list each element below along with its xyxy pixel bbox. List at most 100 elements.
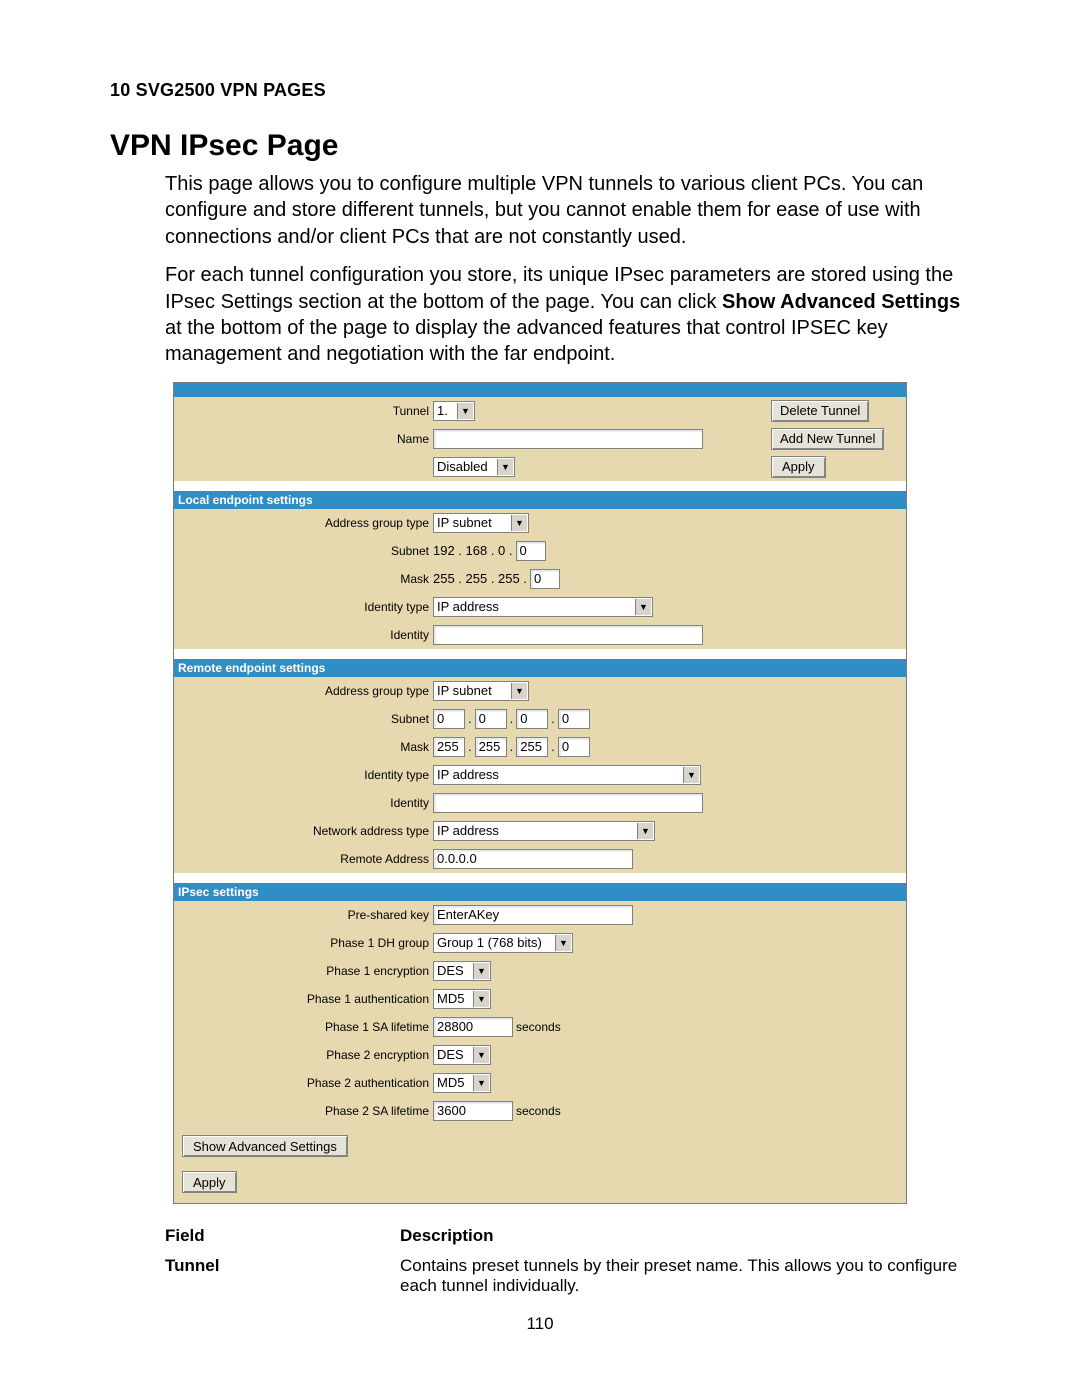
config-screenshot: Tunnel 1. ▼ Delete Tunnel Name bbox=[173, 382, 907, 1204]
add-new-tunnel-button[interactable]: Add New Tunnel bbox=[771, 428, 884, 450]
remote-address-input[interactable]: 0.0.0.0 bbox=[433, 849, 633, 869]
tunnel-select[interactable]: 1. ▼ bbox=[433, 401, 475, 421]
paragraph-2: For each tunnel configuration you store,… bbox=[110, 262, 970, 368]
remote-id-type-value: IP address bbox=[437, 767, 499, 782]
remote-net-addr-type-label: Network address type bbox=[174, 824, 433, 838]
p1-enc-label: Phase 1 encryption bbox=[174, 964, 433, 978]
p1-auth-label: Phase 1 authentication bbox=[174, 992, 433, 1006]
p1-enc-value: DES bbox=[437, 963, 464, 978]
chevron-down-icon: ▼ bbox=[511, 515, 527, 531]
p2-life-input[interactable]: 3600 bbox=[433, 1101, 513, 1121]
remote-subnet-o3[interactable]: 0 bbox=[516, 709, 548, 729]
section-header: 10 SVG2500 VPN PAGES bbox=[110, 80, 970, 101]
apply-button-bottom[interactable]: Apply bbox=[182, 1171, 237, 1193]
remote-mask-o1[interactable]: 255 bbox=[433, 737, 465, 757]
local-addr-group-value: IP subnet bbox=[437, 515, 492, 530]
remote-id-type-label: Identity type bbox=[174, 768, 433, 782]
p2-auth-label: Phase 2 authentication bbox=[174, 1076, 433, 1090]
local-subnet-prefix: 192 . 168 . 0 . bbox=[433, 543, 513, 558]
remote-subnet-label: Subnet bbox=[174, 712, 433, 726]
chevron-down-icon: ▼ bbox=[683, 767, 699, 783]
enable-select-value: Disabled bbox=[437, 459, 488, 474]
apply-button-top[interactable]: Apply bbox=[771, 456, 826, 478]
desc-header-field: Field bbox=[165, 1226, 205, 1245]
remote-subnet-o1[interactable]: 0 bbox=[433, 709, 465, 729]
enable-select[interactable]: Disabled ▼ bbox=[433, 457, 515, 477]
local-subnet-label: Subnet bbox=[174, 544, 433, 558]
p1-auth-select[interactable]: MD5 ▼ bbox=[433, 989, 491, 1009]
desc-header-desc: Description bbox=[400, 1226, 494, 1245]
remote-addr-group-select[interactable]: IP subnet ▼ bbox=[433, 681, 529, 701]
local-subnet-last-input[interactable]: 0 bbox=[516, 541, 546, 561]
remote-identity-input[interactable] bbox=[433, 793, 703, 813]
remote-mask-o2[interactable]: 255 bbox=[475, 737, 507, 757]
local-mask-last-input[interactable]: 0 bbox=[530, 569, 560, 589]
page: 10 SVG2500 VPN PAGES VPN IPsec Page This… bbox=[0, 0, 1080, 1397]
remote-addr-group-value: IP subnet bbox=[437, 683, 492, 698]
p2-life-label: Phase 2 SA lifetime bbox=[174, 1104, 433, 1118]
remote-id-type-select[interactable]: IP address ▼ bbox=[433, 765, 701, 785]
chevron-down-icon: ▼ bbox=[473, 1075, 489, 1091]
p2-auth-value: MD5 bbox=[437, 1075, 464, 1090]
local-identity-input[interactable] bbox=[433, 625, 703, 645]
remote-address-label: Remote Address bbox=[174, 852, 433, 866]
chevron-down-icon: ▼ bbox=[637, 823, 653, 839]
paragraph-1: This page allows you to configure multip… bbox=[110, 171, 970, 250]
page-title: VPN IPsec Page bbox=[110, 129, 970, 163]
chevron-down-icon: ▼ bbox=[457, 403, 473, 419]
show-advanced-settings-button[interactable]: Show Advanced Settings bbox=[182, 1135, 348, 1157]
remote-identity-label: Identity bbox=[174, 796, 433, 810]
p2-life-unit: seconds bbox=[516, 1104, 561, 1118]
chevron-down-icon: ▼ bbox=[511, 683, 527, 699]
chevron-down-icon: ▼ bbox=[473, 1047, 489, 1063]
tunnel-label: Tunnel bbox=[174, 404, 433, 418]
desc-desc-tunnel: Contains preset tunnels by their preset … bbox=[400, 1256, 970, 1296]
desc-field-tunnel: Tunnel bbox=[165, 1256, 219, 1275]
remote-mask-o4[interactable]: 0 bbox=[558, 737, 590, 757]
p2-auth-select[interactable]: MD5 ▼ bbox=[433, 1073, 491, 1093]
remote-subnet-o4[interactable]: 0 bbox=[558, 709, 590, 729]
p2-enc-label: Phase 2 encryption bbox=[174, 1048, 433, 1062]
delete-tunnel-button[interactable]: Delete Tunnel bbox=[771, 400, 869, 422]
paragraph-2b-bold: Show Advanced Settings bbox=[722, 291, 960, 313]
paragraph-2c: at the bottom of the page to display the… bbox=[165, 317, 888, 365]
p1-life-input[interactable]: 28800 bbox=[433, 1017, 513, 1037]
p1-auth-value: MD5 bbox=[437, 991, 464, 1006]
remote-net-addr-type-value: IP address bbox=[437, 823, 499, 838]
page-number: 110 bbox=[110, 1314, 970, 1334]
p2-enc-value: DES bbox=[437, 1047, 464, 1062]
local-endpoint-title: Local endpoint settings bbox=[174, 491, 906, 509]
desc-row-tunnel: Tunnel Contains preset tunnels by their … bbox=[110, 1256, 970, 1296]
local-id-type-label: Identity type bbox=[174, 600, 433, 614]
p1-dh-label: Phase 1 DH group bbox=[174, 936, 433, 950]
psk-input[interactable]: EnterAKey bbox=[433, 905, 633, 925]
top-blue-bar bbox=[174, 383, 906, 397]
local-addr-group-label: Address group type bbox=[174, 516, 433, 530]
local-mask-label: Mask bbox=[174, 572, 433, 586]
remote-endpoint-title: Remote endpoint settings bbox=[174, 659, 906, 677]
p1-life-label: Phase 1 SA lifetime bbox=[174, 1020, 433, 1034]
local-identity-label: Identity bbox=[174, 628, 433, 642]
remote-subnet-o2[interactable]: 0 bbox=[475, 709, 507, 729]
p1-enc-select[interactable]: DES ▼ bbox=[433, 961, 491, 981]
p2-enc-select[interactable]: DES ▼ bbox=[433, 1045, 491, 1065]
chevron-down-icon: ▼ bbox=[635, 599, 651, 615]
name-label: Name bbox=[174, 432, 433, 446]
remote-mask-o3[interactable]: 255 bbox=[516, 737, 548, 757]
psk-label: Pre-shared key bbox=[174, 908, 433, 922]
remote-addr-group-label: Address group type bbox=[174, 684, 433, 698]
local-id-type-value: IP address bbox=[437, 599, 499, 614]
chevron-down-icon: ▼ bbox=[497, 459, 513, 475]
p1-dh-value: Group 1 (768 bits) bbox=[437, 935, 542, 950]
p1-dh-select[interactable]: Group 1 (768 bits) ▼ bbox=[433, 933, 573, 953]
chevron-down-icon: ▼ bbox=[473, 991, 489, 1007]
chevron-down-icon: ▼ bbox=[555, 935, 571, 951]
remote-mask-label: Mask bbox=[174, 740, 433, 754]
chevron-down-icon: ▼ bbox=[473, 963, 489, 979]
local-addr-group-select[interactable]: IP subnet ▼ bbox=[433, 513, 529, 533]
tunnel-select-value: 1. bbox=[437, 403, 448, 418]
local-id-type-select[interactable]: IP address ▼ bbox=[433, 597, 653, 617]
name-input[interactable] bbox=[433, 429, 703, 449]
ipsec-title: IPsec settings bbox=[174, 883, 906, 901]
remote-net-addr-type-select[interactable]: IP address ▼ bbox=[433, 821, 655, 841]
